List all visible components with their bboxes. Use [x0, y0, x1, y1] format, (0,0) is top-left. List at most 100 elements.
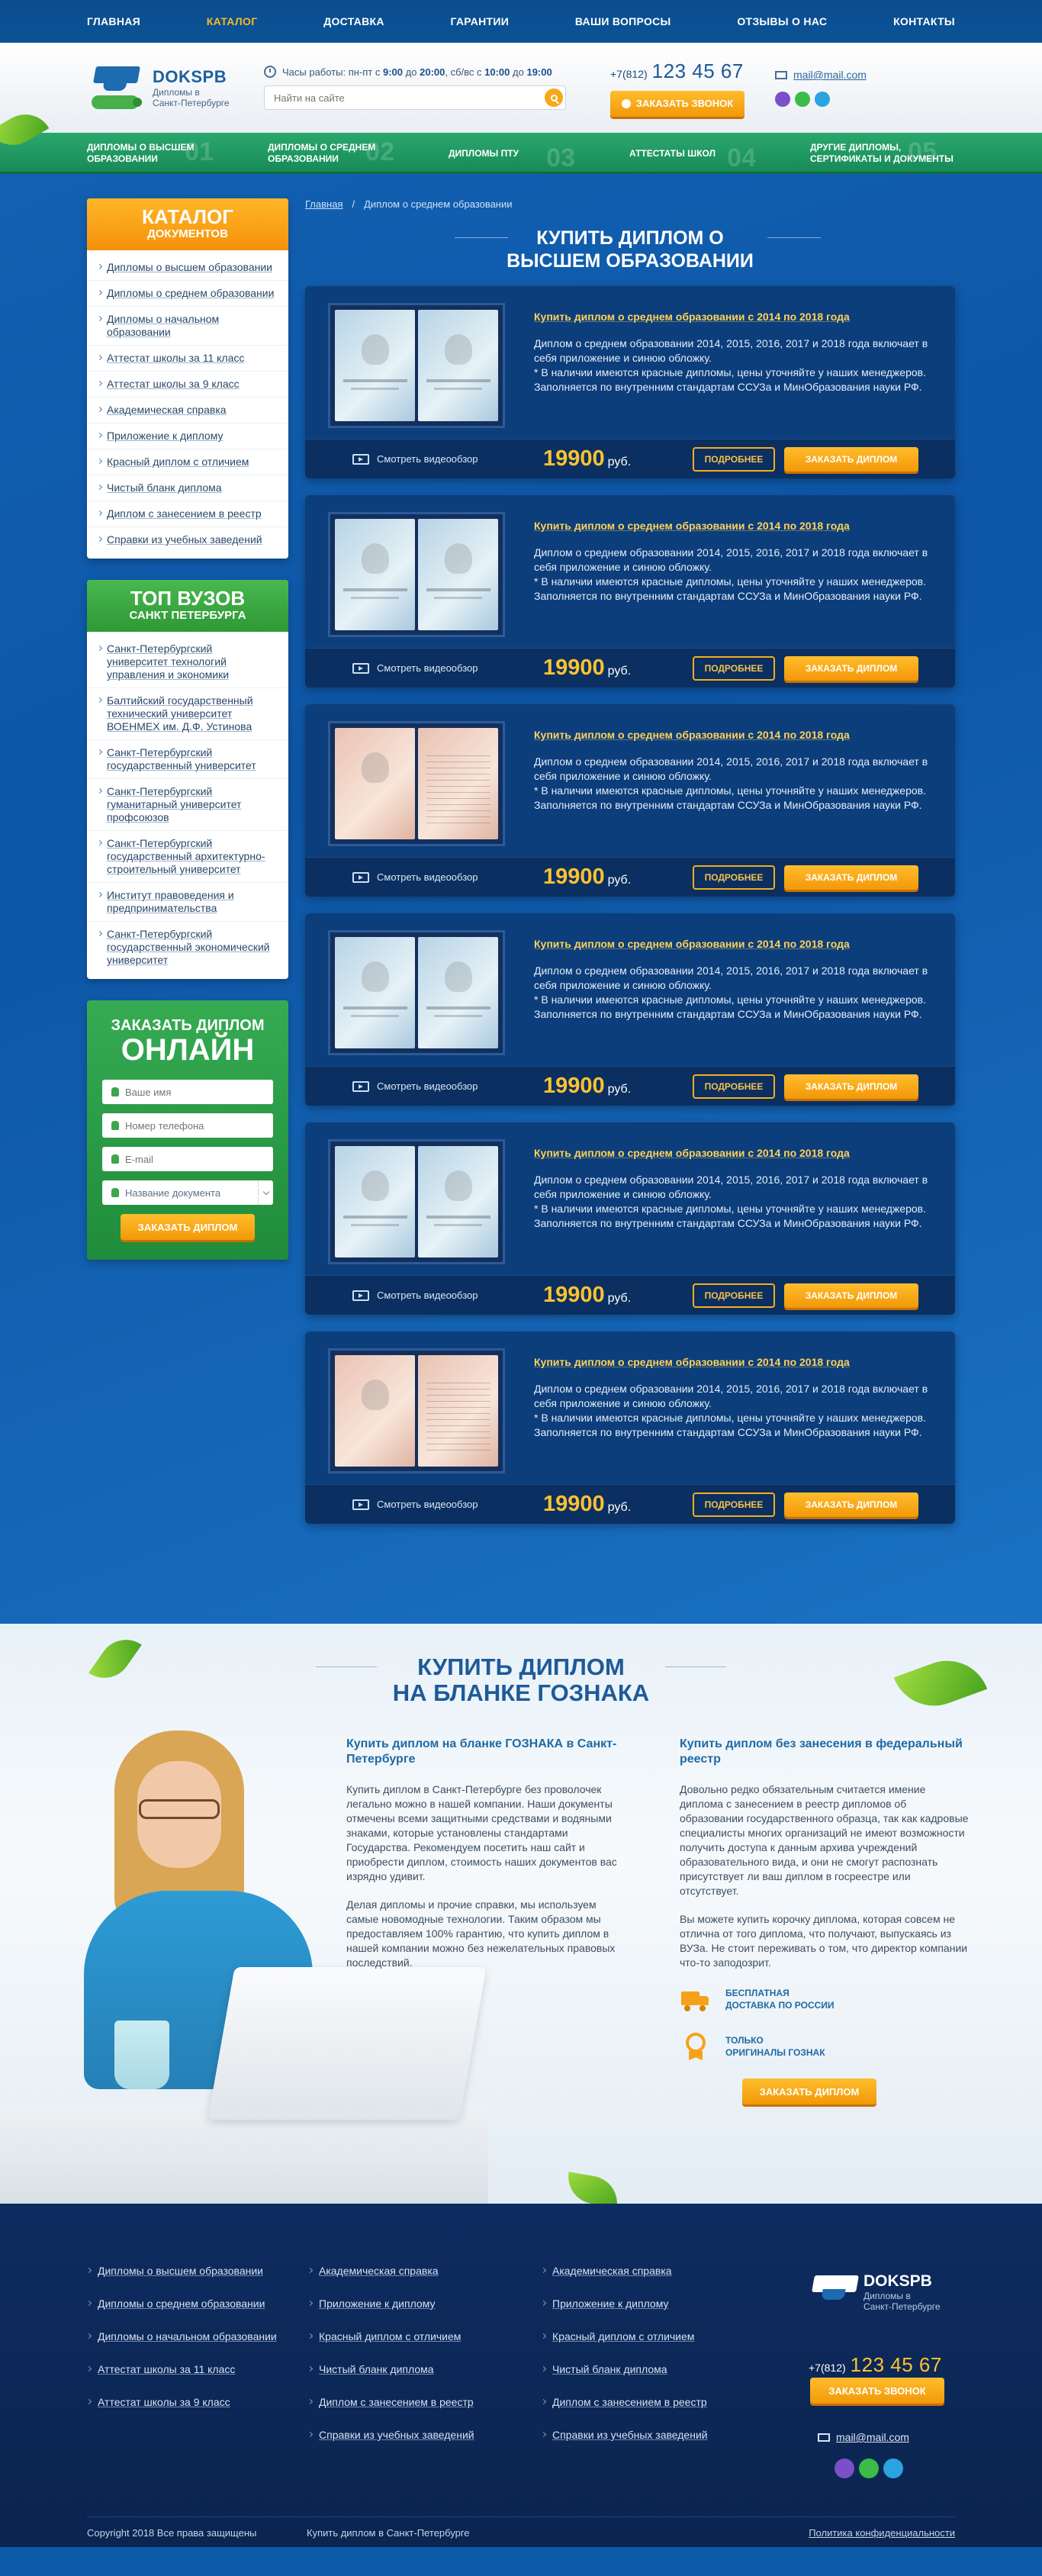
nav-reviews[interactable]: ОТЗЫВЫ О НАС [737, 15, 827, 27]
video-review-link[interactable]: Смотреть видеообзор [352, 871, 543, 883]
category-secondary-education[interactable]: ДИПЛОМЫ О СРЕДНЕМ ОБРАЗОВАНИИ 02 [268, 139, 413, 165]
document-select[interactable]: Название документа [102, 1180, 273, 1205]
category-higher-education[interactable]: ДИПЛОМЫ О ВЫСШЕМ ОБРАЗОВАНИИ 01 [87, 139, 232, 165]
footer-link[interactable]: Чистый бланк диплома [542, 2363, 748, 2376]
whatsapp-icon[interactable] [795, 92, 810, 107]
nav-guarantees[interactable]: ГАРАНТИИ [451, 15, 510, 27]
footer-link[interactable]: Красный диплом с отличием [308, 2330, 514, 2343]
search-input[interactable] [264, 85, 566, 110]
diploma-image[interactable] [328, 1348, 505, 1473]
footer-link[interactable]: Дипломы о среднем образовании [87, 2297, 293, 2310]
university-item[interactable]: Санкт-Петербургский гуманитарный универс… [87, 779, 288, 831]
footer-link[interactable]: Диплом с занесением в реестр [542, 2396, 748, 2409]
diploma-image[interactable] [328, 1139, 505, 1264]
category-school-certificates[interactable]: АТТЕСТАТЫ ШКОЛ 04 [629, 145, 774, 171]
catalog-item[interactable]: Диплом с занесением в реестр [87, 501, 288, 527]
university-item[interactable]: Санкт-Петербургский государственный архи… [87, 831, 288, 883]
callback-button[interactable]: ЗАКАЗАТЬ ЗВОНОК [610, 90, 745, 117]
name-input[interactable] [125, 1086, 262, 1098]
header-email-link[interactable]: mail@mail.com [775, 69, 867, 81]
catalog-item[interactable]: Дипломы о начальном образовании [87, 307, 288, 346]
university-item[interactable]: Балтийский государственный технический у… [87, 688, 288, 740]
breadcrumb-home[interactable]: Главная [305, 198, 343, 210]
nav-delivery[interactable]: ДОСТАВКА [323, 15, 384, 27]
video-review-link[interactable]: Смотреть видеообзор [352, 1499, 543, 1510]
video-review-link[interactable]: Смотреть видеообзор [352, 1080, 543, 1092]
email-input[interactable] [125, 1153, 262, 1165]
details-button[interactable]: ПОДРОБНЕЕ [693, 655, 775, 681]
catalog-item[interactable]: Дипломы о среднем образовании [87, 281, 288, 307]
catalog-item[interactable]: Аттестат школы за 9 класс [87, 372, 288, 398]
university-item[interactable]: Институт правоведения и предпринимательс… [87, 883, 288, 922]
footer-link[interactable]: Академическая справка [542, 2265, 748, 2278]
product-title[interactable]: Купить диплом о среднем образовании с 20… [534, 729, 932, 741]
product-title[interactable]: Купить диплом о среднем образовании с 20… [534, 938, 932, 950]
details-button[interactable]: ПОДРОБНЕЕ [693, 865, 775, 890]
diploma-image[interactable] [328, 303, 505, 428]
product-title[interactable]: Купить диплом о среднем образовании с 20… [534, 311, 932, 323]
university-item[interactable]: Санкт-Петербургский университет технолог… [87, 636, 288, 688]
order-diploma-button[interactable]: ЗАКАЗАТЬ ДИПЛОМ [784, 1283, 918, 1308]
nav-catalog[interactable]: КАТАЛОГ [207, 15, 258, 27]
footer-link[interactable]: Справки из учебных заведений [542, 2429, 748, 2442]
footer-link[interactable]: Аттестат школы за 11 класс [87, 2363, 293, 2376]
diploma-image[interactable] [328, 721, 505, 846]
catalog-item[interactable]: Справки из учебных заведений [87, 527, 288, 552]
footer-callback-button[interactable]: ЗАКАЗАТЬ ЗВОНОК [810, 2378, 944, 2404]
header-phone[interactable]: +7(812) 123 45 67 [610, 60, 746, 83]
video-review-link[interactable]: Смотреть видеообзор [352, 662, 543, 674]
footer-logo[interactable]: DOKSPB Дипломы в Санкт-Петербурге [806, 2271, 941, 2314]
footer-link[interactable]: Красный диплом с отличием [542, 2330, 748, 2343]
footer-link[interactable]: Диплом с занесением в реестр [308, 2396, 514, 2409]
nav-home[interactable]: ГЛАВНАЯ [87, 15, 140, 27]
footer-link[interactable]: Академическая справка [308, 2265, 514, 2278]
footer-link[interactable]: Чистый бланк диплома [308, 2363, 514, 2376]
order-diploma-button[interactable]: ЗАКАЗАТЬ ДИПЛОМ [784, 1074, 918, 1099]
video-review-link[interactable]: Смотреть видеообзор [352, 453, 543, 465]
footer-link[interactable]: Приложение к диплому [542, 2297, 748, 2310]
catalog-item[interactable]: Красный диплом с отличием [87, 449, 288, 475]
catalog-item[interactable]: Приложение к диплому [87, 423, 288, 449]
footer-link[interactable]: Аттестат школы за 9 класс [87, 2396, 293, 2409]
viber-icon[interactable] [835, 2458, 854, 2478]
privacy-policy-link[interactable]: Политика конфиденциальности [809, 2527, 955, 2539]
diploma-image[interactable] [328, 512, 505, 637]
order-diploma-button[interactable]: ЗАКАЗАТЬ ДИПЛОМ [784, 655, 918, 681]
site-logo[interactable]: DOKSPB Дипломы в Санкт-Петербурге [87, 62, 253, 114]
search-button[interactable] [545, 89, 563, 107]
details-button[interactable]: ПОДРОБНЕЕ [693, 1074, 775, 1099]
product-title[interactable]: Купить диплом о среднем образовании с 20… [534, 1356, 932, 1368]
footer-link[interactable]: Приложение к диплому [308, 2297, 514, 2310]
catalog-item[interactable]: Чистый бланк диплома [87, 475, 288, 501]
category-other-documents[interactable]: ДРУГИЕ ДИПЛОМЫ, СЕРТИФИКАТЫ И ДОКУМЕНТЫ 05 [810, 139, 955, 165]
details-button[interactable]: ПОДРОБНЕЕ [693, 446, 775, 472]
order-submit-button[interactable]: ЗАКАЗАТЬ ДИПЛОМ [121, 1214, 255, 1240]
viber-icon[interactable] [775, 92, 790, 107]
whatsapp-icon[interactable] [859, 2458, 879, 2478]
details-button[interactable]: ПОДРОБНЕЕ [693, 1492, 775, 1517]
footer-phone[interactable]: +7(812) 123 45 67 [809, 2353, 942, 2377]
order-diploma-button[interactable]: ЗАКАЗАТЬ ДИПЛОМ [784, 865, 918, 890]
details-button[interactable]: ПОДРОБНЕЕ [693, 1283, 775, 1308]
product-title[interactable]: Купить диплом о среднем образовании с 20… [534, 1147, 932, 1159]
catalog-item[interactable]: Академическая справка [87, 398, 288, 423]
product-title[interactable]: Купить диплом о среднем образовании с 20… [534, 520, 932, 532]
catalog-item[interactable]: Дипломы о высшем образовании [87, 255, 288, 281]
telegram-icon[interactable] [815, 92, 830, 107]
nav-questions[interactable]: ВАШИ ВОПРОСЫ [575, 15, 671, 27]
video-review-link[interactable]: Смотреть видеообзор [352, 1290, 543, 1301]
footer-link[interactable]: Дипломы о высшем образовании [87, 2265, 293, 2278]
phone-input[interactable] [125, 1119, 262, 1132]
university-item[interactable]: Санкт-Петербургский государственный экон… [87, 922, 288, 973]
order-diploma-button[interactable]: ЗАКАЗАТЬ ДИПЛОМ [784, 1492, 918, 1517]
nav-contacts[interactable]: КОНТАКТЫ [893, 15, 955, 27]
footer-link[interactable]: Дипломы о начальном образовании [87, 2330, 293, 2343]
category-ptu[interactable]: ДИПЛОМЫ ПТУ 03 [449, 145, 593, 171]
goznak-order-button[interactable]: ЗАКАЗАТЬ ДИПЛОМ [742, 2079, 876, 2104]
footer-link[interactable]: Справки из учебных заведений [308, 2429, 514, 2442]
catalog-item[interactable]: Аттестат школы за 11 класс [87, 346, 288, 372]
diploma-image[interactable] [328, 930, 505, 1055]
telegram-icon[interactable] [883, 2458, 903, 2478]
order-diploma-button[interactable]: ЗАКАЗАТЬ ДИПЛОМ [784, 446, 918, 472]
footer-email-link[interactable]: mail@mail.com [818, 2431, 909, 2443]
